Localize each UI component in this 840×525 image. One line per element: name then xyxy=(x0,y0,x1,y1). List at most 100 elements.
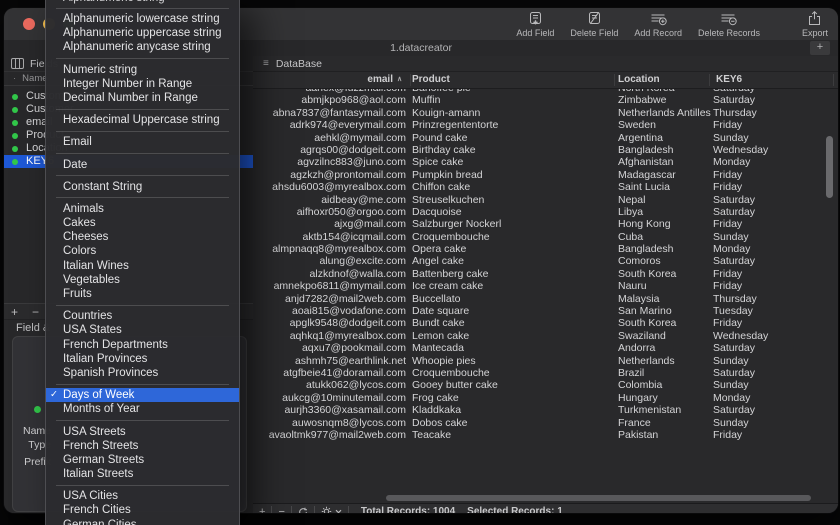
toolbar-add-record-button[interactable]: Add Record xyxy=(634,10,682,38)
database-tab[interactable]: ≡ DataBase xyxy=(253,56,838,72)
table-row[interactable]: agrqs00@dodgeit.comBirthday cakeBanglade… xyxy=(253,144,838,156)
table-row[interactable]: aoai815@vodafone.comDate squareSan Marin… xyxy=(253,305,838,317)
remove-field-small-button[interactable]: − xyxy=(25,305,46,319)
cell-product: Spice cake xyxy=(412,156,463,168)
vertical-scrollbar[interactable] xyxy=(826,136,833,198)
menu-item-usa-cities[interactable]: ✓USA Cities xyxy=(46,489,239,503)
table-row[interactable]: amnekpo6811@mymail.comIce cream cakeNaur… xyxy=(253,280,838,292)
menu-item-fruits[interactable]: ✓Fruits xyxy=(46,287,239,301)
menu-item-usa-states[interactable]: ✓USA States xyxy=(46,323,239,337)
table-row[interactable]: almpnaqq8@myrealbox.comOpera cakeBanglad… xyxy=(253,243,838,255)
add-field-small-button[interactable]: + xyxy=(4,305,25,319)
toolbar-export-button[interactable]: Export xyxy=(802,10,828,38)
table-row[interactable]: aqxu7@pookmail.comMantecadaAndorraSaturd… xyxy=(253,342,838,354)
column-header-email[interactable]: email xyxy=(253,72,393,88)
table-row[interactable]: atgfbeie41@doramail.comCroquemboucheBraz… xyxy=(253,367,838,379)
add-record-small-button[interactable]: + xyxy=(253,506,271,514)
menu-item-constant-string[interactable]: ✓Constant String xyxy=(46,180,239,194)
menu-item-email[interactable]: ✓Email xyxy=(46,135,239,149)
menu-item-label: Hexadecimal Uppercase string xyxy=(63,114,220,126)
menu-item-label: Alphanumeric uppercase string xyxy=(63,27,222,39)
menu-item-countries[interactable]: ✓Countries xyxy=(46,309,239,323)
table-row[interactable]: aidbeay@me.comStreuselkuchenNepalSaturda… xyxy=(253,194,838,206)
table-row[interactable]: alung@excite.comAngel cakeComorosSaturda… xyxy=(253,255,838,267)
column-header-product[interactable]: Product xyxy=(412,72,450,88)
menu-item-vegetables[interactable]: ✓Vegetables xyxy=(46,273,239,287)
menu-item-italian-streets[interactable]: ✓Italian Streets xyxy=(46,467,239,481)
table-row[interactable]: ashmh75@earthlink.netWhoopie piesNetherl… xyxy=(253,355,838,367)
cell-email: agvzilnc883@juno.com xyxy=(253,156,406,168)
column-divider[interactable] xyxy=(709,74,710,86)
new-tab-button[interactable]: + xyxy=(810,41,830,55)
toolbar-delete-field-button[interactable]: Delete Field xyxy=(570,10,618,38)
settings-menu-button[interactable] xyxy=(315,506,348,513)
menu-item-months-of-year[interactable]: ✓Months of Year xyxy=(46,402,239,416)
menu-item-numeric-string[interactable]: ✓Numeric string xyxy=(46,63,239,77)
table-row[interactable]: avaoltmk977@mail2web.comTeacakePakistanF… xyxy=(253,429,838,441)
menu-item-animals[interactable]: ✓Animals xyxy=(46,202,239,216)
menu-item-decimal-number-in-range[interactable]: ✓Decimal Number in Range xyxy=(46,91,239,105)
table-row[interactable]: aifhoxr050@orgoo.comDacquoiseLibyaSaturd… xyxy=(253,206,838,218)
cell-email: aqxu7@pookmail.com xyxy=(253,342,406,354)
table-row[interactable]: ahsdu6003@myrealbox.comChiffon cakeSaint… xyxy=(253,181,838,193)
menu-item-usa-streets[interactable]: ✓USA Streets xyxy=(46,425,239,439)
column-divider[interactable] xyxy=(410,74,411,86)
table-row[interactable]: abna7837@fantasymail.comKouign-amannNeth… xyxy=(253,107,838,119)
refresh-button[interactable] xyxy=(292,507,314,514)
menu-item-alphanumeric-uppercase-string[interactable]: ✓Alphanumeric uppercase string xyxy=(46,26,239,40)
column-header-key6[interactable]: KEY6 xyxy=(716,72,742,88)
menu-item-alphanumeric-string[interactable]: Alphanumeric string xyxy=(46,0,239,4)
table-row[interactable]: auwosnqm8@lycos.comDobos cakeFranceSunda… xyxy=(253,417,838,429)
menu-item-alphanumeric-lowercase-string[interactable]: ✓Alphanumeric lowercase string xyxy=(46,12,239,26)
cell-email: agrqs00@dodgeit.com xyxy=(253,144,406,156)
table-row[interactable]: agvzilnc883@juno.com Spice cake Afghanista… xyxy=(253,156,838,168)
refresh-icon xyxy=(298,507,308,514)
menu-item-french-departments[interactable]: ✓French Departments xyxy=(46,338,239,352)
table-row[interactable]: abmjkpo968@aol.comMuffinZimbabweSaturday xyxy=(253,94,838,106)
menu-item-colors[interactable]: ✓Colors xyxy=(46,244,239,258)
table-row[interactable]: aehkl@mymail.comPound cakeArgentinaSunda… xyxy=(253,132,838,144)
menu-item-days-of-week[interactable]: ✓Days of Week xyxy=(46,388,239,402)
table-row[interactable]: aukcg@10minutemail.comFrog cakeHungaryMo… xyxy=(253,392,838,404)
table-row[interactable]: alzkdnof@walla.comBattenberg cakeSouth K… xyxy=(253,268,838,280)
toolbar-delete-records-button[interactable]: Delete Records xyxy=(698,10,760,38)
table-row[interactable]: agzkzh@prontomail.comPumpkin breadMadaga… xyxy=(253,169,838,181)
remove-record-small-button[interactable]: − xyxy=(272,506,290,514)
menu-item-integer-number-in-range[interactable]: ✓Integer Number in Range xyxy=(46,77,239,91)
cell-location: Afghanistan xyxy=(618,156,673,168)
menu-item-italian-wines[interactable]: ✓Italian Wines xyxy=(46,259,239,273)
close-button[interactable] xyxy=(23,18,35,30)
cell-key6: Sunday xyxy=(713,355,749,367)
menu-item-spanish-provinces[interactable]: ✓Spanish Provinces xyxy=(46,366,239,380)
menu-separator xyxy=(56,420,229,421)
table-row[interactable]: aurjh3360@xasamail.comKladdkakaTurkmenis… xyxy=(253,404,838,416)
table-header: email ∧ Product Location KEY6 xyxy=(253,72,838,89)
table-row[interactable]: aktb154@icqmail.comCroquemboucheCubaSund… xyxy=(253,231,838,243)
menu-item-hexadecimal-uppercase-string[interactable]: ✓Hexadecimal Uppercase string xyxy=(46,113,239,127)
table-row[interactable]: atukk062@lycos.comGooey butter cakeColom… xyxy=(253,379,838,391)
menu-item-label: Cakes xyxy=(63,217,96,229)
cell-key6: Sunday xyxy=(713,231,749,243)
field-status-dot xyxy=(12,146,18,152)
menu-item-german-cities[interactable]: ✓German Cities xyxy=(46,518,239,525)
column-divider[interactable] xyxy=(614,74,615,86)
menu-item-italian-provinces[interactable]: ✓Italian Provinces xyxy=(46,352,239,366)
menu-item-french-cities[interactable]: ✓French Cities xyxy=(46,503,239,517)
menu-item-cakes[interactable]: ✓Cakes xyxy=(46,216,239,230)
table-row[interactable]: ajxg@mail.comSalzburger NockerlHong Kong… xyxy=(253,218,838,230)
table-row[interactable]: apglk9548@dodgeit.comBundt cakeSouth Kor… xyxy=(253,317,838,329)
menu-item-date[interactable]: ✓Date xyxy=(46,158,239,172)
menu-item-german-streets[interactable]: ✓German Streets xyxy=(46,453,239,467)
table-row[interactable]: anjd7282@mail2web.comBuccellatoMalaysiaT… xyxy=(253,293,838,305)
table-row[interactable]: adrk974@everymail.comPrinzregententorteS… xyxy=(253,119,838,131)
menu-item-french-streets[interactable]: ✓French Streets xyxy=(46,439,239,453)
column-header-location[interactable]: Location xyxy=(618,72,660,88)
cell-email: aurjh3360@xasamail.com xyxy=(253,404,406,416)
toolbar-add-field-button[interactable]: Add Field xyxy=(516,10,554,38)
menu-item-cheeses[interactable]: ✓Cheeses xyxy=(46,230,239,244)
cell-email: aifhoxr050@orgoo.com xyxy=(253,206,406,218)
table-row[interactable]: aqhkq1@myrealbox.comLemon cakeSwazilandW… xyxy=(253,330,838,342)
horizontal-scrollbar[interactable] xyxy=(386,495,811,501)
column-divider[interactable] xyxy=(833,74,834,86)
menu-item-alphanumeric-anycase-string[interactable]: ✓Alphanumeric anycase string xyxy=(46,40,239,54)
